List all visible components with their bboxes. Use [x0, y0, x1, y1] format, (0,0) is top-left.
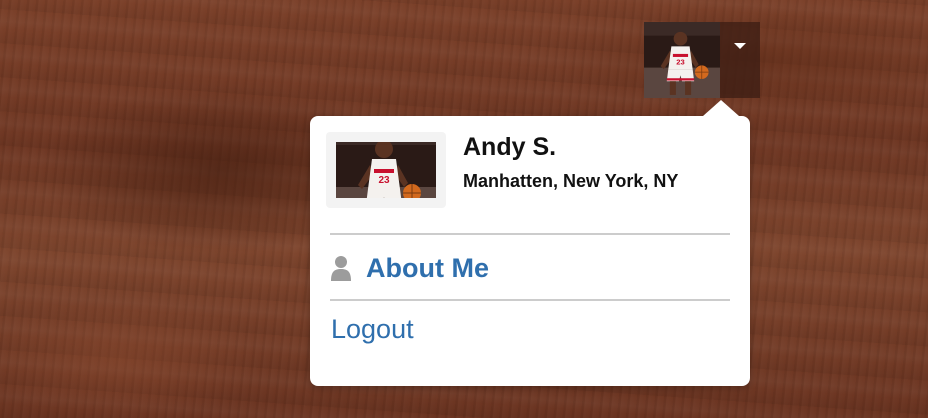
user-icon — [331, 256, 351, 281]
about-me-link[interactable]: About Me — [330, 248, 489, 288]
user-dropdown-menu: Andy S. Manhatten, New York, NY About Me… — [310, 100, 750, 386]
dropdown-pointer — [703, 100, 739, 116]
about-me-label: About Me — [366, 252, 489, 283]
profile-location: Manhatten, New York, NY — [463, 171, 679, 191]
profile-name: Andy S. — [463, 133, 557, 161]
caret-down-icon[interactable] — [720, 22, 760, 98]
divider — [330, 233, 730, 235]
divider — [330, 299, 730, 301]
profile-summary: Andy S. Manhatten, New York, NY — [326, 132, 730, 208]
profile-photo — [326, 132, 446, 208]
user-menu-toggle[interactable] — [644, 22, 760, 98]
avatar[interactable] — [644, 22, 720, 98]
logout-link[interactable]: Logout — [331, 314, 414, 345]
